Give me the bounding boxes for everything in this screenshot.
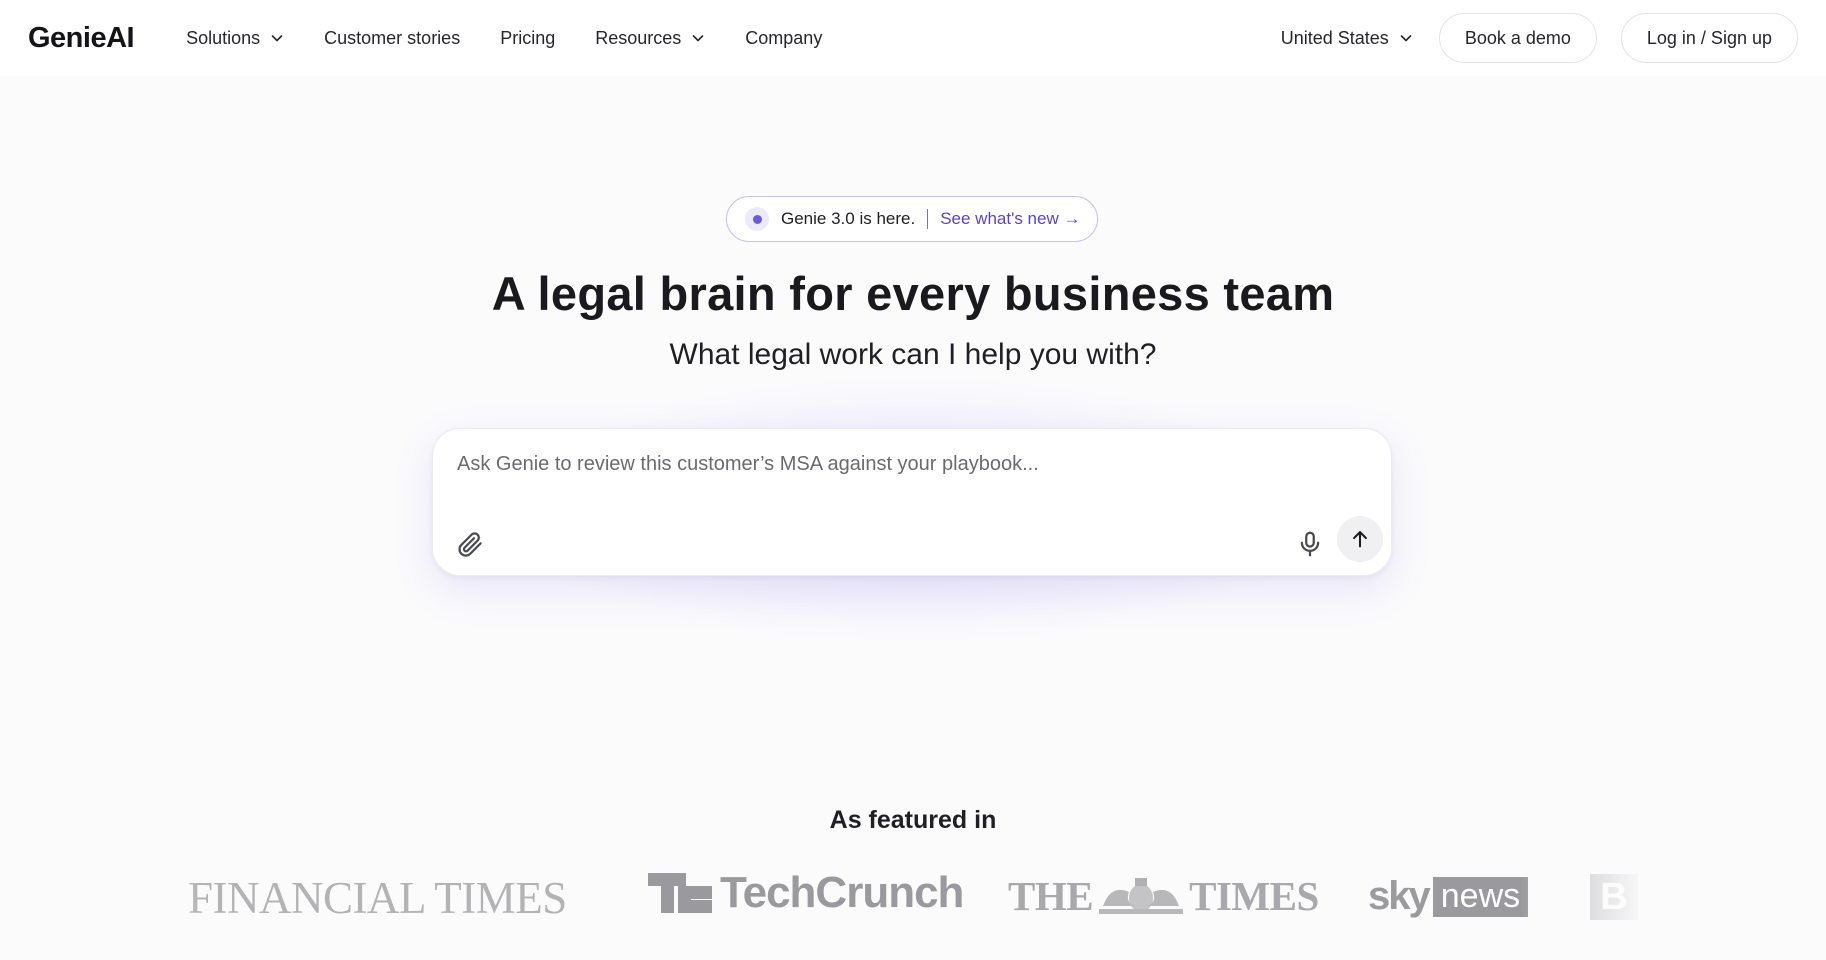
prompt-input[interactable] [457, 449, 1357, 479]
sky-wordmark: sky [1368, 874, 1431, 918]
nav-item-solutions[interactable]: Solutions [186, 28, 284, 49]
nav-item-label: Company [745, 27, 823, 48]
nav-item-label: Resources [595, 27, 682, 48]
see-whats-new-link[interactable]: See what's new → [940, 209, 1080, 229]
site-header: GenieAI Solutions Customer stories Prici… [0, 0, 1826, 76]
nav-item-label: Customer stories [324, 27, 461, 48]
nav-item-label: Solutions [186, 27, 261, 48]
times-crest-icon [1099, 878, 1184, 914]
book-demo-button[interactable]: Book a demo [1438, 13, 1597, 63]
techcrunch-mark-icon [648, 873, 712, 913]
chevron-down-icon [692, 35, 704, 42]
badge-text: Genie 3.0 is here. [781, 209, 916, 228]
release-badge[interactable]: Genie 3.0 is here. See what's new → [726, 196, 1098, 242]
press-logos: FINANCIAL TIMES TechCrunch THE TIMES sky… [170, 868, 1700, 928]
nav-item-resources[interactable]: Resources [595, 28, 705, 49]
nav-item-pricing[interactable]: Pricing [500, 28, 555, 49]
main-nav: Solutions Customer stories Pricing Resou… [186, 28, 862, 49]
nav-item-label: Pricing [500, 27, 556, 48]
techcrunch-logo: TechCrunch [648, 868, 964, 918]
login-signup-button[interactable]: Log in / Sign up [1620, 13, 1798, 63]
header-actions: United States Book a demo Log in / Sign … [1281, 13, 1798, 63]
logos-fade-left [140, 860, 200, 940]
chevron-down-icon [271, 35, 283, 42]
genieai-logo[interactable]: GenieAI [28, 22, 135, 55]
badge-divider [927, 209, 929, 229]
country-selector[interactable]: United States [1281, 28, 1413, 49]
nav-item-company[interactable]: Company [745, 28, 822, 49]
microphone-icon[interactable] [1295, 529, 1325, 559]
techcrunch-wordmark: TechCrunch [720, 868, 964, 917]
times-word-the: THE [1008, 873, 1094, 919]
paperclip-icon[interactable] [455, 529, 485, 559]
page-subtitle: What legal work can I help you with? [669, 338, 1157, 371]
news-wordmark: news [1432, 876, 1529, 917]
status-dot-icon [745, 207, 769, 231]
times-word-times: TIMES [1189, 873, 1319, 919]
the-times-logo: THE TIMES [1008, 872, 1319, 920]
page-title: A legal brain for every business team [491, 267, 1335, 320]
arrow-up-icon [1353, 531, 1367, 548]
prompt-box [432, 428, 1392, 576]
featured-in-title: As featured in [829, 806, 997, 834]
country-label: United States [1280, 27, 1389, 48]
nav-item-customer-stories[interactable]: Customer stories [324, 28, 460, 49]
logos-fade-right [1520, 860, 1700, 940]
financial-times-logo: FINANCIAL TIMES [188, 873, 567, 923]
sky-news-logo: sky news [1368, 874, 1529, 919]
chevron-down-icon [1400, 35, 1412, 42]
send-button[interactable] [1337, 516, 1383, 562]
